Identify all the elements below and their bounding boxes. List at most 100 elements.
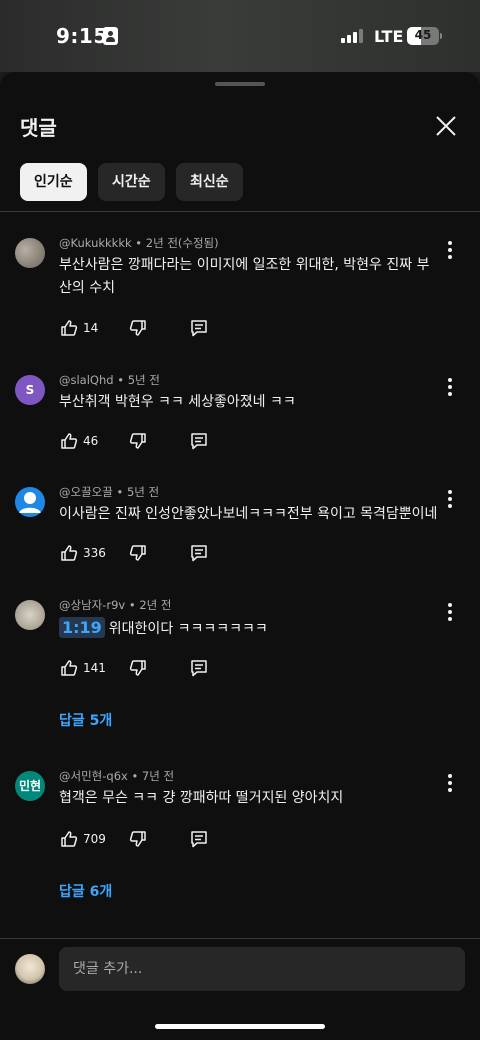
signal-bar: [347, 35, 351, 43]
comment-text-body: 위대한이다 ㅋㅋㅋㅋㅋㅋㅋ: [108, 621, 268, 637]
reply-button[interactable]: [189, 658, 209, 678]
comment-time: 7년 전: [141, 769, 175, 783]
comment-author[interactable]: @서민현-q6x: [59, 769, 128, 783]
reply-button[interactable]: [189, 829, 209, 849]
close-button[interactable]: [432, 112, 460, 140]
drag-handle[interactable]: [215, 82, 265, 86]
view-replies-link[interactable]: 답글 5개: [59, 710, 112, 730]
like-count: 336: [83, 546, 106, 560]
header-divider: [0, 211, 480, 212]
more-vert-icon: [448, 241, 452, 259]
like-count: 46: [83, 434, 99, 448]
network-type: LTE: [374, 27, 404, 46]
sort-chip-time[interactable]: 시간순: [98, 163, 165, 201]
add-comment-input[interactable]: [59, 947, 465, 991]
comment-meta: @오끌오끌 • 5년 전: [59, 485, 160, 499]
close-icon: [436, 116, 456, 136]
comment-meta: @서민현-q6x • 7년 전: [59, 769, 175, 783]
like-count: 141: [83, 661, 106, 675]
comment-text: 협객은 무슨 ㅋㅋ 걍 깡패하따 떨거지된 양아치지: [59, 790, 344, 806]
signal-bars-icon: [341, 29, 365, 43]
signal-bar: [353, 32, 357, 43]
comment-more-button[interactable]: [440, 238, 460, 262]
thumbs-down-icon: [129, 433, 146, 449]
view-replies-link[interactable]: 답글 6개: [59, 881, 112, 901]
comment-time: 5년 전: [126, 485, 160, 499]
like-count: 709: [83, 832, 106, 846]
comment-meta: @Kukukkkkk • 2년 전(수정됨): [59, 236, 219, 250]
thumbs-up-icon: [61, 545, 78, 561]
status-time: 9:15: [56, 24, 108, 48]
avatar[interactable]: 민현: [15, 771, 45, 801]
like-button[interactable]: [59, 431, 79, 451]
reply-icon: [191, 320, 207, 337]
more-vert-icon: [448, 603, 452, 621]
comment-time: 2년 전: [139, 598, 172, 612]
avatar[interactable]: [15, 487, 45, 517]
avatar[interactable]: [15, 600, 45, 630]
reply-button[interactable]: [189, 543, 209, 563]
like-button[interactable]: [59, 829, 79, 849]
thumbs-down-icon: [129, 545, 146, 561]
thumbs-down-icon: [129, 831, 146, 847]
comment-author[interactable]: @Kukukkkkk: [59, 236, 132, 250]
comment-text: 이사람은 진짜 인성안좋았나보네ㅋㅋㅋ전부 욕이고 목격담뿐이네: [59, 506, 438, 522]
comment-author[interactable]: @오끌오끌: [59, 485, 113, 499]
person-icon: [19, 492, 41, 513]
comment-meta: @상남자-r9v • 2년 전: [59, 598, 172, 612]
thumbs-up-icon: [61, 831, 78, 847]
thumbs-down-icon: [129, 320, 146, 336]
dislike-button[interactable]: [128, 829, 148, 849]
id-card-icon: [103, 27, 118, 45]
battery-cap: [440, 33, 442, 39]
dislike-button[interactable]: [128, 658, 148, 678]
comment-text: 1:19 위대한이다 ㅋㅋㅋㅋㅋㅋㅋ: [59, 616, 439, 641]
sort-chip-newest[interactable]: 최신순: [176, 163, 243, 201]
more-vert-icon: [448, 378, 452, 396]
comment-more-button[interactable]: [440, 771, 460, 795]
like-button[interactable]: [59, 543, 79, 563]
comment-more-button[interactable]: [440, 375, 460, 399]
reply-icon: [191, 660, 207, 677]
reply-button[interactable]: [189, 431, 209, 451]
home-indicator[interactable]: [155, 1024, 325, 1029]
status-bar: 9:15 LTE 45: [0, 0, 480, 72]
comment-author[interactable]: @상남자-r9v: [59, 598, 125, 612]
comment-meta: @slalQhd • 5년 전: [59, 373, 160, 387]
battery-icon: 45: [407, 27, 439, 45]
more-vert-icon: [448, 490, 452, 508]
comment-time: 2년 전(수정됨): [145, 236, 219, 250]
like-button[interactable]: [59, 658, 79, 678]
signal-bar: [341, 38, 345, 43]
comment-time: 5년 전: [127, 373, 160, 387]
reply-icon: [191, 433, 207, 450]
comment-more-button[interactable]: [440, 487, 460, 511]
battery-percent: 45: [414, 28, 432, 42]
like-count: 14: [83, 321, 99, 335]
avatar[interactable]: S: [15, 375, 45, 405]
thumbs-down-icon: [129, 660, 146, 676]
reply-icon: [191, 831, 207, 848]
my-avatar[interactable]: [15, 954, 45, 984]
comment-more-button[interactable]: [440, 600, 460, 624]
more-vert-icon: [448, 774, 452, 792]
signal-bar: [359, 29, 363, 43]
comment-text: 부산사람은 깡패다라는 이미지에 일조한 위대한, 박현우 진짜 부산의 수치: [59, 257, 430, 296]
comment-author[interactable]: @slalQhd: [59, 373, 114, 387]
dislike-button[interactable]: [128, 318, 148, 338]
avatar[interactable]: [15, 238, 45, 268]
thumbs-up-icon: [61, 320, 78, 336]
reply-icon: [191, 545, 207, 562]
thumbs-up-icon: [61, 660, 78, 676]
sheet-title: 댓글: [20, 116, 57, 140]
reply-button[interactable]: [189, 318, 209, 338]
comment-composer: [0, 938, 480, 1000]
comments-sheet: 댓글 인기순 시간순 최신순 @Kukukkkkk • 2년 전(수정됨) 부산…: [0, 72, 480, 1040]
thumbs-up-icon: [61, 433, 78, 449]
dislike-button[interactable]: [128, 543, 148, 563]
comment-text: 부산취객 박현우 ㅋㅋ 세상좋아졌네 ㅋㅋ: [59, 394, 296, 410]
sort-chip-popular[interactable]: 인기순: [20, 163, 87, 201]
video-timestamp-link[interactable]: 1:19: [59, 617, 105, 638]
dislike-button[interactable]: [128, 431, 148, 451]
like-button[interactable]: [59, 318, 79, 338]
